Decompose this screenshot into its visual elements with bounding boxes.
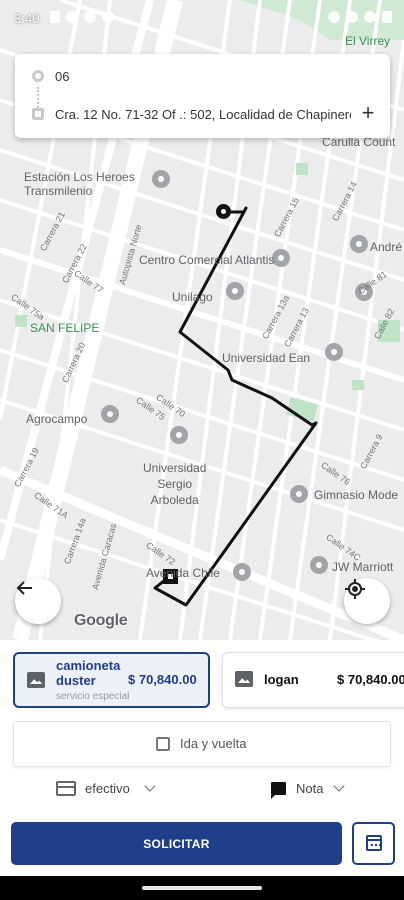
poi-shopping-icon: [101, 405, 119, 423]
destination-square-icon: [32, 108, 44, 120]
chevron-down-icon: [144, 780, 156, 792]
alarm-icon: [328, 11, 340, 23]
map-label-unilago: Unilago: [172, 290, 213, 304]
round-trip-label: Ida y vuelta: [180, 736, 247, 751]
poi-school-icon: [290, 485, 308, 503]
crosshair-icon: [345, 579, 365, 599]
notification-icon: [66, 11, 78, 23]
map-label-avenida-chile: Avenida Chile: [146, 566, 220, 580]
request-button[interactable]: SOLICITAR: [11, 822, 342, 865]
poi-restaurant-icon: [350, 235, 368, 253]
vehicle-name: camioneta duster: [56, 658, 121, 688]
map-label-universidad-sergio: Universidad Sergio Arboleda: [143, 461, 207, 507]
destination-address[interactable]: Cra. 12 No. 71-32 Of .: 502, Localidad d…: [55, 107, 351, 122]
vehicle-option-duster[interactable]: camioneta duster $ 70,840.00 servicio es…: [13, 652, 210, 708]
vehicle-name: logan: [264, 672, 299, 687]
schedule-button[interactable]: [352, 822, 395, 865]
map-label-centro-comercial: Centro Comercial Atlantis: [139, 253, 275, 267]
map-label-jw-marriott: JW Marriott: [332, 560, 394, 574]
credit-card-icon: [56, 781, 76, 796]
vehicle-options: camioneta duster $ 70,840.00 servicio es…: [0, 640, 404, 720]
payment-note-row: efectivo Nota: [0, 774, 404, 802]
wifi-icon: [346, 11, 358, 23]
chevron-down-icon: [333, 780, 345, 792]
poi-shopping-icon: [233, 563, 251, 581]
vehicle-subtitle: servicio especial: [56, 691, 130, 702]
payment-selector[interactable]: efectivo: [50, 774, 165, 802]
status-bar: 3:40: [0, 0, 404, 36]
payment-method-label: efectivo: [85, 781, 130, 796]
notification-icon: [102, 11, 114, 23]
comment-icon: [271, 782, 286, 799]
poi-shopping-icon: [226, 282, 244, 300]
map-label-san-felipe: SAN FELIPE: [30, 321, 100, 335]
vehicle-price: $ 70,840.00: [337, 672, 404, 687]
status-time: 3:40: [14, 11, 40, 26]
calendar-icon: [366, 835, 382, 851]
my-location-button[interactable]: [344, 578, 390, 624]
poi-shopping-icon: [272, 249, 290, 267]
poi-school-icon: [325, 343, 343, 361]
vehicle-price: $ 70,840.00: [128, 672, 197, 687]
back-button[interactable]: [15, 578, 61, 624]
map-label-virrey: El Virrey: [345, 34, 391, 48]
poi-transit-icon: [152, 170, 170, 188]
poi-hotel-icon: [310, 556, 328, 574]
notification-icon: [50, 11, 60, 23]
map-label-universidad-ean: Universidad Ean: [222, 351, 311, 365]
plus-icon: +: [361, 100, 375, 125]
address-card: 06 Cra. 12 No. 71-32 Of .: 502, Localida…: [15, 54, 390, 138]
destination-row[interactable]: Cra. 12 No. 71-32 Of .: 502, Localidad d…: [15, 94, 390, 134]
map-label-agrocampo: Agrocampo: [26, 412, 88, 426]
origin-marker-icon: [216, 204, 231, 219]
origin-address[interactable]: 06: [55, 69, 351, 84]
system-icons: [328, 11, 392, 23]
origin-row[interactable]: 06: [15, 56, 390, 96]
notification-icon: [84, 11, 96, 23]
round-trip-checkbox[interactable]: [156, 737, 170, 751]
map-label-andre: André: [370, 240, 403, 254]
map-label-estacion: Estación Los Heroes Transmilenio: [24, 170, 135, 198]
add-stop-button[interactable]: +: [358, 102, 378, 124]
round-trip-option[interactable]: Ida y vuelta: [13, 721, 391, 767]
notification-icons: [50, 11, 114, 23]
origin-dot-icon: [32, 70, 44, 82]
signal-icon: [364, 11, 376, 23]
navigation-bar: [0, 876, 404, 900]
poi-school-icon: [170, 426, 188, 444]
arrow-back-icon: [16, 581, 32, 595]
vehicle-image-icon: [27, 672, 45, 688]
home-gesture-handle[interactable]: [142, 886, 262, 890]
map-label-gimnasio: Gimnasio Mode: [314, 488, 399, 502]
note-selector[interactable]: Nota: [265, 774, 350, 802]
google-logo: Google: [74, 612, 128, 629]
vehicle-image-icon: [235, 671, 253, 687]
note-label: Nota: [296, 781, 324, 796]
battery-icon: [382, 11, 392, 23]
vehicle-option-logan[interactable]: logan $ 70,840.00: [222, 652, 404, 708]
